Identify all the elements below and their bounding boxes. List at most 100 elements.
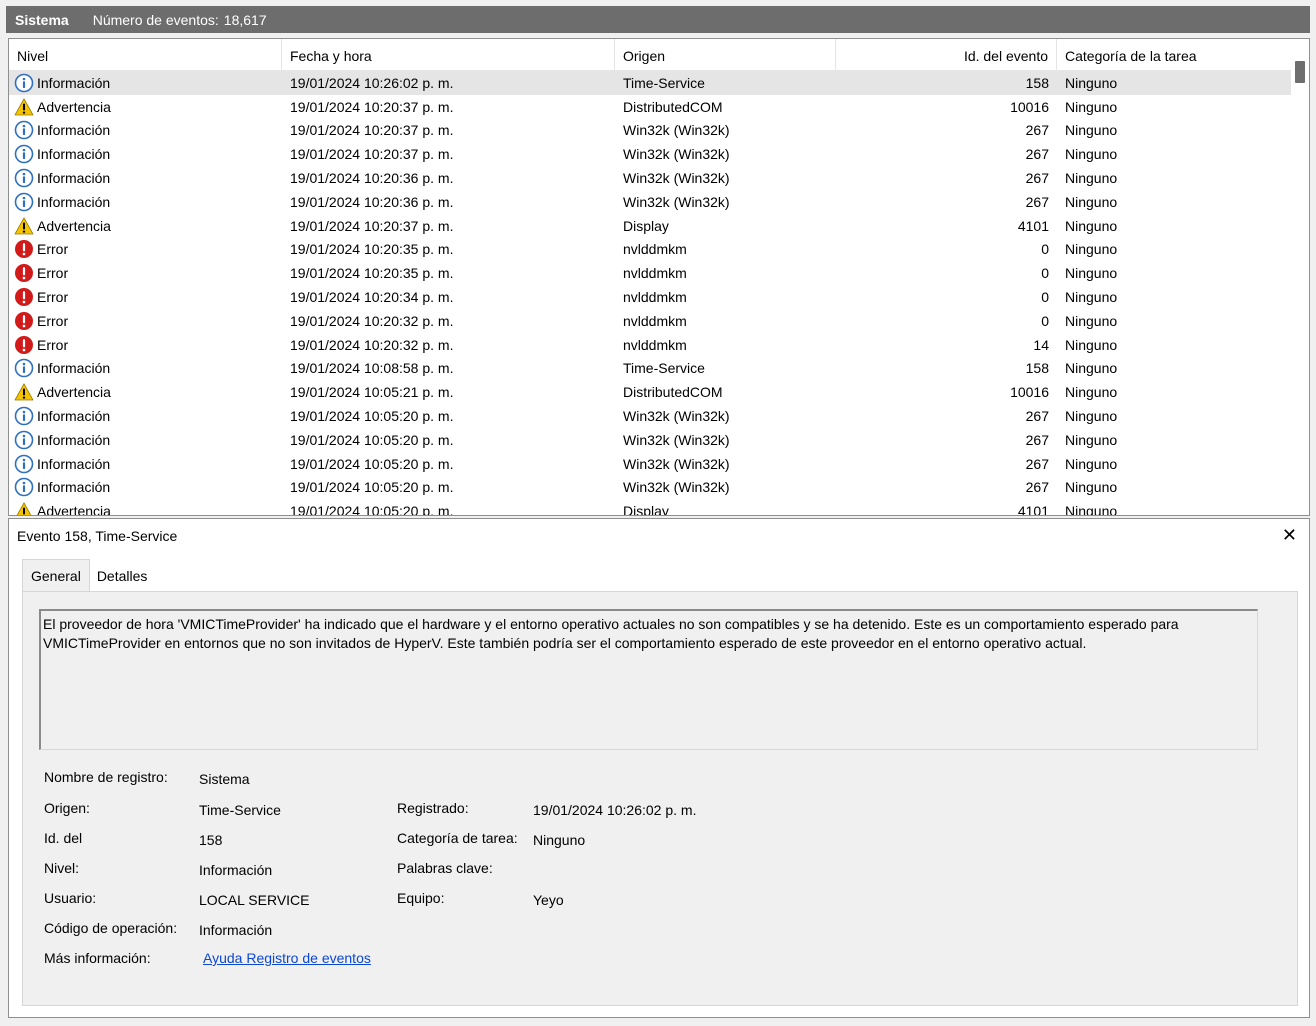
- table-row[interactable]: Información 19/01/2024 10:20:36 p. m. Win3…: [9, 166, 1291, 190]
- tab-details[interactable]: Detalles: [89, 561, 155, 591]
- event-list[interactable]: Nivel Fecha y hora Origen Id. del evento…: [8, 38, 1310, 516]
- cell-category: Ninguno: [1065, 408, 1118, 425]
- column-header-date[interactable]: Fecha y hora: [282, 39, 615, 71]
- table-row[interactable]: Advertencia 19/01/2024 10:05:20 p. m. Disp…: [9, 499, 1291, 516]
- warning-icon: [14, 97, 34, 117]
- event-description[interactable]: El proveedor de hora 'VMICTimeProvider' …: [39, 609, 1258, 750]
- computer-value[interactable]: Yeyo: [533, 892, 564, 908]
- event-detail-panel: Evento 158, Time-Service ✕ General Detal…: [8, 518, 1310, 1018]
- table-row[interactable]: Información 19/01/2024 10:05:20 p. m. Win3…: [9, 476, 1291, 500]
- table-row[interactable]: Advertencia 19/01/2024 10:20:37 p. m. Dist…: [9, 95, 1291, 119]
- cell-event-id: 267: [1025, 193, 1049, 210]
- tab-general[interactable]: General: [22, 559, 90, 591]
- cell-event-id: 0: [1041, 289, 1049, 306]
- event-count: Número de eventos: 18,617: [93, 12, 267, 28]
- cell-event-id: 14: [1033, 336, 1049, 353]
- cell-event-id: 267: [1025, 122, 1049, 139]
- table-row[interactable]: Información 19/01/2024 10:05:20 p. m. Win3…: [9, 404, 1291, 428]
- table-row[interactable]: Información 19/01/2024 10:08:58 p. m. Time…: [9, 357, 1291, 381]
- cell-level: Información: [9, 120, 282, 140]
- table-row[interactable]: Información 19/01/2024 10:20:36 p. m. Win3…: [9, 190, 1291, 214]
- level-text: Información: [37, 431, 111, 448]
- column-header-source[interactable]: Origen: [615, 39, 836, 71]
- cell-level: Información: [9, 430, 282, 450]
- cell-category: Ninguno: [1065, 431, 1118, 448]
- cell-source: Win32k (Win32k): [623, 170, 730, 187]
- warning-icon: [14, 216, 34, 236]
- cell-date: 19/01/2024 10:20:35 p. m.: [290, 241, 454, 258]
- source-value[interactable]: Time-Service: [199, 802, 281, 818]
- column-header-level[interactable]: Nivel: [9, 39, 282, 71]
- level-text: Advertencia: [37, 384, 111, 401]
- event-detail-title: Evento 158, Time-Service: [17, 528, 178, 544]
- cell-date: 19/01/2024 10:05:20 p. m.: [290, 431, 454, 448]
- table-row[interactable]: Información 19/01/2024 10:05:20 p. m. Win3…: [9, 428, 1291, 452]
- cell-level: Información: [9, 406, 282, 426]
- cell-level: Error: [9, 239, 282, 259]
- level-text: Advertencia: [37, 217, 111, 234]
- error-icon: [14, 311, 34, 331]
- cell-level: Información: [9, 192, 282, 212]
- cell-level: Error: [9, 311, 282, 331]
- event-rows: Información 19/01/2024 10:26:02 p. m. Time…: [9, 71, 1291, 516]
- cell-source: Win32k (Win32k): [623, 455, 730, 472]
- log-name-value[interactable]: Sistema: [199, 771, 250, 787]
- cell-event-id: 10016: [1010, 384, 1049, 401]
- event-list-scrollbar[interactable]: [1291, 39, 1309, 515]
- cell-source: nvlddmkm: [623, 336, 687, 353]
- cell-level: Advertencia: [9, 216, 282, 236]
- cell-source: Win32k (Win32k): [623, 193, 730, 210]
- table-row[interactable]: Advertencia 19/01/2024 10:20:37 p. m. Disp…: [9, 214, 1291, 238]
- cell-source: Win32k (Win32k): [623, 431, 730, 448]
- task-category-value[interactable]: Ninguno: [533, 832, 585, 848]
- table-row[interactable]: Error 19/01/2024 10:20:34 p. m. nvlddmkm 0 N…: [9, 285, 1291, 309]
- table-row[interactable]: Error 19/01/2024 10:20:32 p. m. nvlddmkm 0 N…: [9, 309, 1291, 333]
- cell-source: Display: [623, 503, 669, 516]
- level-value[interactable]: Información: [199, 862, 272, 878]
- level-text: Error: [37, 289, 69, 306]
- cell-source: nvlddmkm: [623, 289, 687, 306]
- detail-tabs: General Detalles: [22, 559, 155, 591]
- cell-category: Ninguno: [1065, 312, 1118, 329]
- cell-category: Ninguno: [1065, 74, 1118, 91]
- log-name: Sistema: [15, 11, 69, 28]
- opcode-label: Código de operación:: [44, 920, 178, 936]
- warning-icon: [14, 382, 34, 402]
- info-icon: [14, 120, 34, 140]
- table-row[interactable]: Error 19/01/2024 10:20:32 p. m. nvlddmkm 14…: [9, 333, 1291, 357]
- table-row[interactable]: Error 19/01/2024 10:20:35 p. m. nvlddmkm 0 N…: [9, 238, 1291, 262]
- opcode-value[interactable]: Información: [199, 922, 272, 938]
- table-row[interactable]: Información 19/01/2024 10:05:20 p. m. Win3…: [9, 452, 1291, 476]
- cell-level: Error: [9, 335, 282, 355]
- cell-category: Ninguno: [1065, 217, 1118, 234]
- cell-event-id: 10016: [1010, 98, 1049, 115]
- cell-date: 19/01/2024 10:20:32 p. m.: [290, 312, 454, 329]
- table-row[interactable]: Advertencia 19/01/2024 10:05:21 p. m. Dist…: [9, 380, 1291, 404]
- event-id-value[interactable]: 158: [199, 832, 222, 848]
- table-row[interactable]: Error 19/01/2024 10:20:35 p. m. nvlddmkm 0 N…: [9, 261, 1291, 285]
- column-header-category[interactable]: Categoría de la tarea: [1057, 39, 1291, 71]
- cell-category: Ninguno: [1065, 98, 1118, 115]
- cell-date: 19/01/2024 10:20:37 p. m.: [290, 217, 454, 234]
- cell-date: 19/01/2024 10:05:20 p. m.: [290, 455, 454, 472]
- logged-value[interactable]: 19/01/2024 10:26:02 p. m.: [533, 802, 696, 818]
- keywords-label: Palabras clave:: [397, 860, 493, 876]
- table-row[interactable]: Información 19/01/2024 10:26:02 p. m. Time…: [9, 71, 1291, 95]
- cell-source: DistributedCOM: [623, 384, 723, 401]
- table-row[interactable]: Información 19/01/2024 10:20:37 p. m. Win3…: [9, 119, 1291, 143]
- level-text: Información: [37, 146, 111, 163]
- level-text: Información: [37, 193, 111, 210]
- table-row[interactable]: Información 19/01/2024 10:20:37 p. m. Win3…: [9, 142, 1291, 166]
- event-log-help-link[interactable]: Ayuda Registro de eventos: [203, 950, 371, 966]
- level-label: Nivel:: [44, 860, 80, 876]
- close-icon[interactable]: ✕: [1282, 525, 1297, 546]
- level-text: Información: [37, 360, 111, 377]
- column-header-event-id[interactable]: Id. del evento: [836, 39, 1057, 71]
- info-icon: [14, 73, 34, 93]
- error-icon: [14, 287, 34, 307]
- user-value[interactable]: LOCAL SERVICE: [199, 892, 310, 908]
- info-icon: [14, 454, 34, 474]
- warning-icon: [14, 501, 34, 515]
- cell-level: Advertencia: [9, 97, 282, 117]
- scrollbar-thumb[interactable]: [1295, 61, 1305, 83]
